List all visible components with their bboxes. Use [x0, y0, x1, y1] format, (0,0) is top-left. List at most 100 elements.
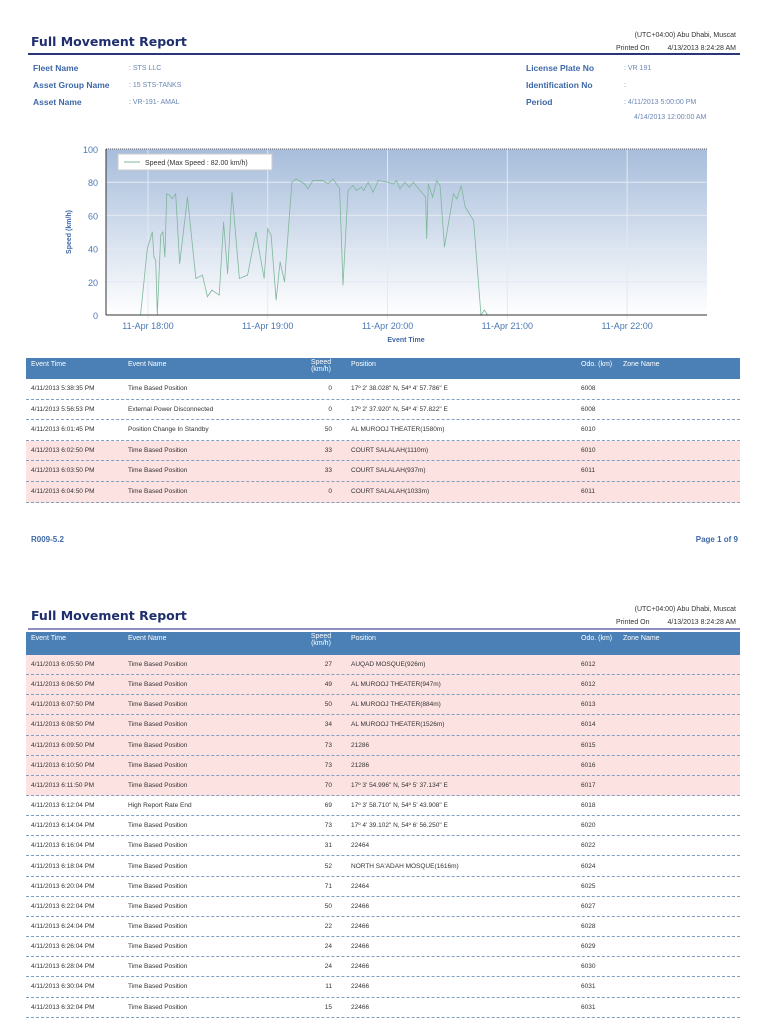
- table-row: 4/11/2013 6:20:04 PM Time Based Position 7…: [26, 877, 740, 897]
- asset-group-label: Asset Group Name: [33, 80, 110, 90]
- cell-odo: 6028: [581, 922, 596, 930]
- speed-point: [307, 188, 309, 190]
- header-speed-line2: (km/h): [311, 640, 331, 647]
- report-title: Full Movement Report: [31, 34, 187, 49]
- header-speed[interactable]: Speed (km/h): [306, 633, 336, 647]
- legend: Speed (Max Speed : 82.00 km/h): [117, 153, 273, 171]
- cell-speed: 71: [324, 882, 332, 890]
- ident: :: [624, 82, 626, 89]
- cell-speed: 22: [324, 922, 332, 930]
- header-odo[interactable]: Odo. (km): [581, 635, 612, 642]
- cell-position: 17º 3' 54.996" N, 54º 5' 37.134" E: [351, 781, 448, 789]
- license-label: License Plate No: [526, 63, 595, 73]
- speed-point: [195, 278, 197, 279]
- header-event-time[interactable]: Event Time: [31, 361, 66, 368]
- speed-point: [404, 181, 406, 183]
- speed-point: [464, 206, 466, 208]
- cell-event-time: 4/11/2013 6:22:04 PM: [31, 902, 95, 910]
- cell-position: 22466: [351, 983, 370, 991]
- y-tick-label: 100: [83, 145, 98, 155]
- cell-position: 22466: [351, 963, 370, 971]
- table-row: 4/11/2013 6:28:04 PM Time Based Position 2…: [26, 957, 740, 978]
- cell-event-time: 4/11/2013 6:02:50 PM: [31, 446, 95, 454]
- table-row: 4/11/2013 6:32:04 PM Time Based Position 1…: [26, 998, 740, 1018]
- header-event-name[interactable]: Event Name: [128, 635, 167, 642]
- cell-position: AUQAD MOSQUE(926m): [351, 661, 426, 668]
- header-event-name[interactable]: Event Name: [128, 361, 167, 368]
- cell-event-name: Time Based Position: [128, 781, 188, 789]
- cell-odo: 6008: [581, 385, 596, 392]
- cell-event-name: High Report Rate End: [128, 802, 192, 810]
- speed-point: [347, 190, 349, 191]
- table-row: 4/11/2013 6:18:04 PM Time Based Position 5…: [26, 857, 740, 877]
- cell-speed: 0: [328, 405, 332, 413]
- table-row: 4/11/2013 6:24:04 PM Time Based Position 2…: [26, 917, 740, 938]
- cell-speed: 70: [324, 781, 332, 789]
- cell-position: 22464: [351, 842, 370, 850]
- cell-event-name: Time Based Position: [128, 922, 188, 930]
- header-zone-name[interactable]: Zone Name: [623, 361, 660, 368]
- page-number: Page 1 of 9: [695, 535, 738, 544]
- header-odo[interactable]: Odo. (km): [581, 361, 612, 368]
- report-meta: (UTC+04:00) Abu Dhabi, Muscat Printed On…: [616, 29, 736, 55]
- table-row: 4/11/2013 6:14:04 PM Time Based Position 7…: [26, 816, 740, 837]
- speed-point: [179, 263, 181, 264]
- cell-position: NORTH SA'ADAH MOSQUE(1616m): [351, 862, 459, 870]
- cell-event-time: 4/11/2013 6:04:50 PM: [31, 488, 95, 495]
- header-zone-name[interactable]: Zone Name: [623, 635, 660, 642]
- cell-odo: 6008: [581, 405, 596, 413]
- speed-point: [291, 181, 293, 183]
- cell-event-name: Time Based Position: [128, 681, 188, 689]
- cell-speed: 33: [324, 446, 332, 454]
- cell-event-name: Time Based Position: [128, 661, 188, 668]
- table-row: 4/11/2013 6:03:50 PM Time Based Position 3…: [26, 461, 740, 482]
- y-tick-label: 40: [88, 245, 98, 255]
- cell-event-time: 4/11/2013 6:32:04 PM: [31, 1003, 95, 1011]
- speed-point: [367, 181, 369, 183]
- speed-point: [327, 183, 329, 185]
- table-row: 4/11/2013 6:12:04 PM High Report Rate End…: [26, 796, 740, 817]
- cell-event-time: 4/11/2013 6:20:04 PM: [31, 882, 95, 890]
- table-row: 4/11/2013 6:22:04 PM Time Based Position 5…: [26, 897, 740, 917]
- speed-point: [162, 231, 164, 233]
- header-speed[interactable]: Speed (km/h): [306, 359, 336, 373]
- cell-event-name: Time Based Position: [128, 902, 188, 910]
- cell-odo: 6015: [581, 741, 596, 749]
- cell-speed: 0: [328, 385, 332, 392]
- cell-speed: 69: [324, 802, 332, 810]
- speed-point: [223, 221, 225, 223]
- cell-event-name: Time Based Position: [128, 467, 188, 475]
- speed-point: [339, 188, 341, 190]
- header-position[interactable]: Position: [351, 361, 376, 368]
- cell-speed: 49: [324, 681, 332, 689]
- header-event-time[interactable]: Event Time: [31, 635, 66, 642]
- cell-odo: 6031: [581, 983, 596, 991]
- cell-odo: 6018: [581, 802, 596, 810]
- speed-point: [284, 281, 285, 283]
- cell-odo: 6014: [581, 721, 596, 729]
- speed-point: [483, 309, 485, 311]
- cell-position: 17º 2' 38.028" N, 54º 4' 57.786" E: [351, 385, 448, 392]
- cell-event-time: 4/11/2013 6:06:50 PM: [31, 681, 95, 689]
- report-title: Full Movement Report: [31, 608, 187, 623]
- speed-point: [427, 183, 429, 185]
- table-header: Event Time Event Name Position Odo. (km) Zon…: [26, 358, 740, 379]
- x-tick-label: 11-Apr 22:00: [601, 321, 652, 331]
- cell-position: COURT SALALAH(1110m): [351, 446, 429, 454]
- speed-point: [425, 196, 427, 198]
- header-position[interactable]: Position: [351, 635, 376, 642]
- cell-speed: 15: [324, 1003, 332, 1011]
- speed-point: [218, 294, 220, 296]
- speed-point: [342, 284, 344, 286]
- cell-position: 17º 2' 37.920" N, 54º 4' 57.822" E: [351, 405, 448, 413]
- cell-odo: 6012: [581, 681, 596, 689]
- speed-point: [295, 178, 297, 180]
- speed-point: [408, 186, 410, 188]
- header-speed-line1: Speed: [310, 633, 332, 640]
- speed-chart: 0 20 40 60 80 100 11-Apr 18:00 11-Apr 19:00 11-A…: [66, 145, 707, 344]
- cell-speed: 33: [324, 467, 332, 475]
- cell-odo: 6027: [581, 902, 596, 910]
- cell-odo: 6016: [581, 761, 596, 769]
- cell-event-time: 4/11/2013 6:12:04 PM: [31, 802, 95, 810]
- y-tick-label: 60: [88, 211, 98, 221]
